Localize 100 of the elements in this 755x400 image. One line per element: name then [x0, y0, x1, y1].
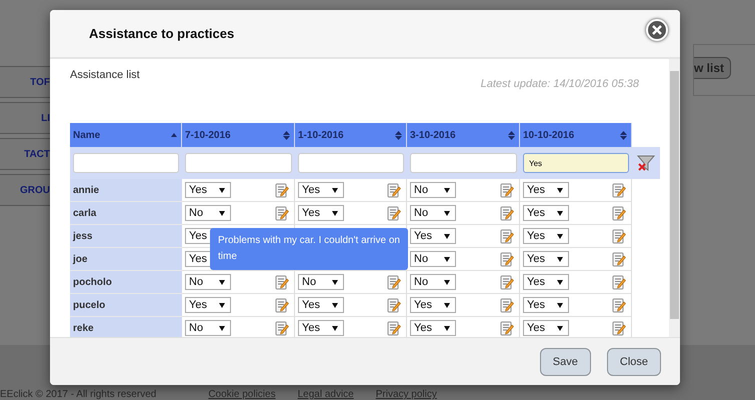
caret-icon: [444, 234, 450, 238]
attendance-dropdown[interactable]: Yes: [523, 320, 569, 336]
attendance-dropdown[interactable]: Yes: [298, 182, 344, 198]
edit-note-icon[interactable]: [387, 320, 401, 336]
copyright-text: EEclick © 2017 - All rights reserved: [0, 389, 156, 400]
filter-field[interactable]: [298, 153, 404, 173]
caret-icon: [332, 210, 338, 216]
close-icon: [652, 25, 662, 35]
caret-icon: [219, 326, 225, 330]
edit-note-icon[interactable]: [275, 182, 289, 198]
attendance-dropdown[interactable]: Yes: [523, 205, 569, 221]
caret-icon: [444, 210, 450, 216]
attendance-dropdown[interactable]: Yes: [185, 297, 231, 313]
attendance-dropdown[interactable]: No: [298, 274, 344, 290]
caret-icon: [557, 234, 563, 238]
caret-icon: [332, 302, 338, 308]
caret-icon: [557, 326, 563, 330]
attendance-dropdown[interactable]: No: [185, 205, 231, 221]
column-header[interactable]: 7-10-2016: [182, 123, 295, 147]
filter-field[interactable]: Yes: [523, 153, 629, 173]
edit-note-icon[interactable]: [612, 298, 626, 312]
attendance-dropdown[interactable]: No: [410, 182, 456, 198]
sort-icon[interactable]: [508, 130, 515, 140]
attendance-dropdown[interactable]: Yes: [185, 182, 231, 198]
section-label: Assistance list: [70, 69, 141, 81]
attendance-dropdown[interactable]: Yes: [410, 228, 456, 244]
caret-icon: [219, 188, 225, 192]
attendance-dropdown[interactable]: Yes: [298, 205, 344, 221]
edit-note-icon[interactable]: [500, 228, 514, 244]
name-cell: jess: [70, 225, 182, 248]
edit-note-icon[interactable]: [387, 182, 401, 198]
edit-note-icon[interactable]: [612, 252, 626, 266]
column-header[interactable]: 3-10-2016: [407, 123, 520, 147]
name-cell: pocholo: [70, 271, 182, 294]
edit-note-icon[interactable]: [500, 206, 514, 220]
caret-icon: [557, 302, 563, 308]
attendance-dropdown[interactable]: Yes: [523, 297, 569, 313]
caret-icon: [444, 188, 450, 192]
caret-icon: [219, 210, 225, 216]
edit-note-icon[interactable]: [500, 298, 514, 312]
edit-note-icon[interactable]: [500, 320, 514, 336]
edit-note-icon[interactable]: [387, 206, 401, 220]
sort-icon[interactable]: [395, 130, 402, 140]
dialog-button[interactable]: Save: [540, 348, 591, 376]
edit-note-icon[interactable]: [612, 320, 626, 336]
name-cell: carla: [70, 202, 182, 225]
edit-note-icon[interactable]: [612, 228, 626, 244]
caret-icon: [557, 256, 563, 262]
filter-field[interactable]: [185, 153, 292, 173]
dialog-button[interactable]: Close: [606, 348, 661, 376]
edit-note-icon[interactable]: [500, 274, 514, 290]
edit-note-icon[interactable]: [612, 182, 626, 198]
scrollbar[interactable]: [669, 59, 680, 337]
attendance-dropdown[interactable]: No: [185, 320, 231, 336]
update-timestamp: Latest update: 14/10/2016 05:38: [480, 78, 640, 90]
attendance-dropdown[interactable]: Yes: [298, 297, 344, 313]
caret-icon: [332, 280, 338, 284]
attendance-dropdown[interactable]: Yes: [410, 320, 456, 336]
sort-icon[interactable]: [283, 130, 290, 140]
caret-icon: [557, 210, 563, 216]
sort-ascending-icon[interactable]: [171, 133, 177, 137]
filter-field[interactable]: [73, 153, 179, 173]
attendance-dropdown[interactable]: No: [410, 251, 456, 267]
column-header[interactable]: 1-10-2016: [295, 123, 407, 147]
attendance-dropdown[interactable]: No: [185, 274, 231, 290]
caret-icon: [444, 280, 450, 284]
column-header[interactable]: Name: [70, 123, 182, 147]
clear-filter-icon[interactable]: [637, 154, 655, 172]
attendance-dropdown[interactable]: Yes: [410, 297, 456, 313]
edit-note-icon[interactable]: [612, 206, 626, 220]
caret-icon: [332, 188, 338, 192]
edit-note-icon[interactable]: [275, 206, 289, 220]
column-header[interactable]: 10-10-2016: [520, 123, 632, 147]
caret-icon: [219, 302, 225, 308]
edit-note-icon[interactable]: [275, 298, 289, 312]
caret-icon: [557, 280, 563, 284]
name-cell: pucelo: [70, 294, 182, 317]
dialog-title: Assistance to practices: [89, 26, 234, 41]
edit-note-icon[interactable]: [275, 274, 289, 290]
edit-note-icon[interactable]: [387, 274, 401, 290]
caret-icon: [557, 188, 563, 192]
caret-icon: [332, 326, 338, 330]
attendance-dropdown[interactable]: Yes: [523, 182, 569, 198]
attendance-dropdown[interactable]: Yes: [523, 274, 569, 290]
filter-field[interactable]: [410, 153, 517, 173]
attendance-dropdown[interactable]: Yes: [523, 228, 569, 244]
sort-icon[interactable]: [620, 130, 627, 140]
attendance-dropdown[interactable]: Yes: [298, 320, 344, 336]
edit-note-icon[interactable]: [500, 252, 514, 266]
name-cell: reke: [70, 317, 182, 337]
edit-note-icon[interactable]: [500, 182, 514, 198]
name-cell: joe: [70, 248, 182, 271]
edit-note-icon[interactable]: [612, 274, 626, 290]
name-cell: annie: [70, 179, 182, 202]
comment-tooltip: Problems with my car. I couldn't arrive on time: [210, 228, 408, 270]
attendance-dropdown[interactable]: No: [410, 274, 456, 290]
edit-note-icon[interactable]: [275, 320, 289, 336]
edit-note-icon[interactable]: [387, 298, 401, 312]
attendance-dropdown[interactable]: Yes: [523, 251, 569, 267]
attendance-dropdown[interactable]: No: [410, 205, 456, 221]
